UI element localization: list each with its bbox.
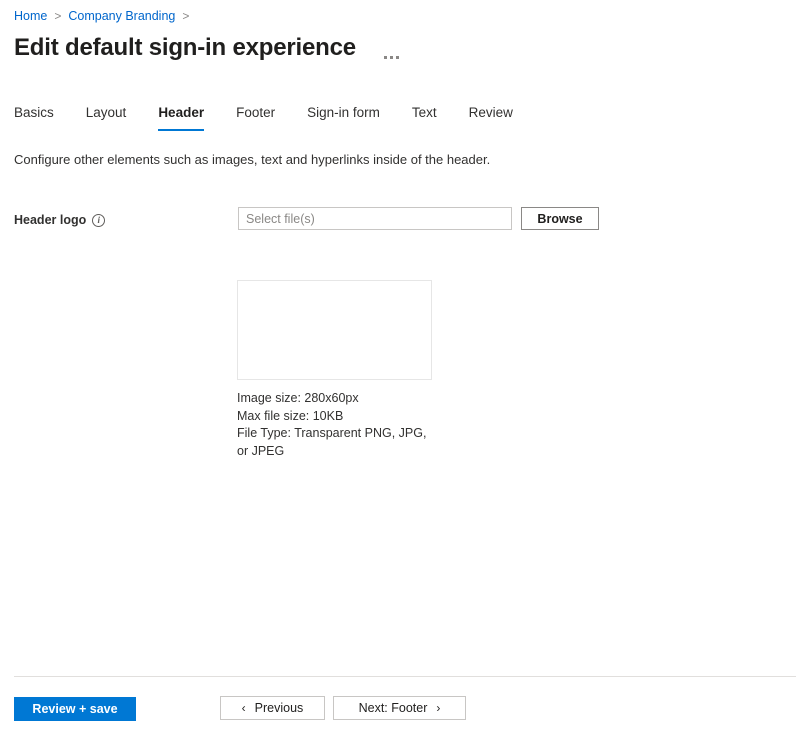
review-save-button[interactable]: Review + save <box>14 697 136 721</box>
tab-footer[interactable]: Footer <box>236 104 275 131</box>
header-logo-file-input[interactable] <box>238 207 512 230</box>
tab-layout[interactable]: Layout <box>86 104 127 131</box>
hint-max-file-size: Max file size: 10KB <box>237 408 437 426</box>
next-button-label: Next: Footer <box>359 701 428 715</box>
next-footer-button[interactable]: Next: Footer › <box>333 696 466 720</box>
tab-review[interactable]: Review <box>469 104 513 131</box>
header-logo-hints: Image size: 280x60px Max file size: 10KB… <box>237 390 437 460</box>
breadcrumb-separator-icon: > <box>182 8 189 24</box>
browse-button[interactable]: Browse <box>521 207 599 230</box>
footer-divider <box>14 676 796 677</box>
header-logo-label-group: Header logo i <box>14 212 105 228</box>
breadcrumb-item-company-branding[interactable]: Company Branding <box>68 8 175 24</box>
page-title-row: Edit default sign-in experience <box>14 31 399 64</box>
header-logo-preview <box>237 280 432 380</box>
ellipsis-dot <box>396 56 399 59</box>
chevron-left-icon: ‹ <box>242 702 246 714</box>
more-options-icon[interactable] <box>384 31 399 64</box>
previous-button[interactable]: ‹ Previous <box>220 696 325 720</box>
breadcrumb-item-home[interactable]: Home <box>14 8 47 24</box>
tab-sign-in-form[interactable]: Sign-in form <box>307 104 380 131</box>
page-title: Edit default sign-in experience <box>14 33 356 63</box>
chevron-right-icon: › <box>436 702 440 714</box>
wizard-tabs: Basics Layout Header Footer Sign-in form… <box>14 104 545 131</box>
hint-file-type: File Type: Transparent PNG, JPG, or JPEG <box>237 425 437 460</box>
breadcrumb-separator-icon: > <box>54 8 61 24</box>
previous-button-label: Previous <box>255 701 304 715</box>
hint-image-size: Image size: 280x60px <box>237 390 437 408</box>
tab-basics[interactable]: Basics <box>14 104 54 131</box>
info-icon[interactable]: i <box>92 214 105 227</box>
breadcrumb: Home > Company Branding > <box>14 8 196 24</box>
tab-text[interactable]: Text <box>412 104 437 131</box>
header-logo-label: Header logo <box>14 212 86 228</box>
ellipsis-dot <box>390 56 393 59</box>
ellipsis-dot <box>384 56 387 59</box>
section-description: Configure other elements such as images,… <box>14 151 490 169</box>
tab-header[interactable]: Header <box>158 104 204 131</box>
